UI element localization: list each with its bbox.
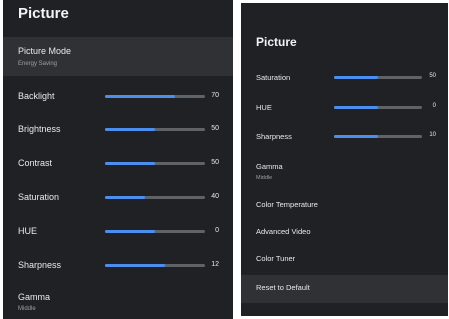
backlight-row[interactable]: Backlight 70 xyxy=(3,84,233,110)
picture-settings-panel-right: Picture Saturation 50 HUE 0 Sharpness 10… xyxy=(241,3,448,316)
sharpness-value: 10 xyxy=(429,132,436,138)
backlight-value: 70 xyxy=(211,92,219,99)
saturation-slider[interactable] xyxy=(105,196,205,199)
hue-row[interactable]: HUE 0 xyxy=(241,97,448,117)
backlight-slider[interactable] xyxy=(105,95,205,98)
gamma-label: Gamma xyxy=(18,292,51,302)
picture-mode-label: Picture Mode xyxy=(18,46,72,56)
color-temperature-item[interactable]: Color Temperature xyxy=(241,195,448,217)
gamma-value: Middle xyxy=(256,175,273,181)
sharpness-row[interactable]: Sharpness 12 xyxy=(3,253,233,279)
saturation-label: Saturation xyxy=(18,192,60,202)
saturation-slider[interactable] xyxy=(334,76,422,79)
color-tuner-label: Color Tuner xyxy=(256,254,296,263)
reset-to-default-label: Reset to Default xyxy=(256,283,310,292)
sharpness-slider-fill xyxy=(334,135,378,138)
saturation-slider-fill xyxy=(105,196,145,199)
reset-to-default-item[interactable]: Reset to Default xyxy=(241,275,448,303)
saturation-value: 40 xyxy=(211,193,219,200)
hue-slider-fill xyxy=(105,230,155,233)
page-title: Picture xyxy=(18,5,69,22)
hue-row[interactable]: HUE 0 xyxy=(3,219,233,245)
sharpness-row[interactable]: Sharpness 10 xyxy=(241,126,448,146)
advanced-video-item[interactable]: Advanced Video xyxy=(241,222,448,244)
page-title: Picture xyxy=(256,35,297,49)
hue-label: HUE xyxy=(18,226,38,236)
contrast-slider-fill xyxy=(105,162,155,165)
picture-settings-panel-left: Picture Picture Mode Energy Saving Backl… xyxy=(3,0,233,319)
contrast-slider[interactable] xyxy=(105,162,205,165)
picture-mode-row[interactable]: Picture Mode Energy Saving xyxy=(3,37,233,76)
advanced-video-label: Advanced Video xyxy=(256,227,311,236)
gamma-row[interactable]: Gamma Middle xyxy=(241,157,448,185)
hue-slider[interactable] xyxy=(334,106,422,109)
hue-label: HUE xyxy=(256,103,272,112)
brightness-label: Brightness xyxy=(18,124,61,134)
saturation-row[interactable]: Saturation 50 xyxy=(241,67,448,87)
saturation-label: Saturation xyxy=(256,73,291,82)
saturation-row[interactable]: Saturation 40 xyxy=(3,185,233,211)
saturation-value: 50 xyxy=(429,73,436,79)
backlight-label: Backlight xyxy=(18,91,55,101)
hue-value: 0 xyxy=(432,103,436,109)
color-tuner-item[interactable]: Color Tuner xyxy=(241,249,448,271)
gamma-row[interactable]: Gamma Middle xyxy=(3,287,233,319)
saturation-slider-fill xyxy=(334,76,378,79)
hue-slider-fill xyxy=(334,106,378,109)
brightness-row[interactable]: Brightness 50 xyxy=(3,117,233,143)
sharpness-slider[interactable] xyxy=(334,135,422,138)
sharpness-slider[interactable] xyxy=(105,264,205,267)
brightness-slider[interactable] xyxy=(105,128,205,131)
contrast-label: Contrast xyxy=(18,158,53,168)
hue-slider[interactable] xyxy=(105,230,205,233)
brightness-slider-fill xyxy=(105,128,155,131)
picture-mode-value: Energy Saving xyxy=(18,61,58,67)
gamma-label: Gamma xyxy=(256,162,283,171)
sharpness-label: Sharpness xyxy=(256,132,292,141)
sharpness-label: Sharpness xyxy=(18,260,62,270)
hue-value: 0 xyxy=(215,227,219,234)
sharpness-slider-fill xyxy=(105,264,165,267)
sharpness-value: 12 xyxy=(211,261,219,268)
gamma-value: Middle xyxy=(18,306,36,312)
contrast-value: 50 xyxy=(211,159,219,166)
color-temperature-label: Color Temperature xyxy=(256,200,318,209)
backlight-slider-fill xyxy=(105,95,175,98)
contrast-row[interactable]: Contrast 50 xyxy=(3,151,233,177)
brightness-value: 50 xyxy=(211,125,219,132)
